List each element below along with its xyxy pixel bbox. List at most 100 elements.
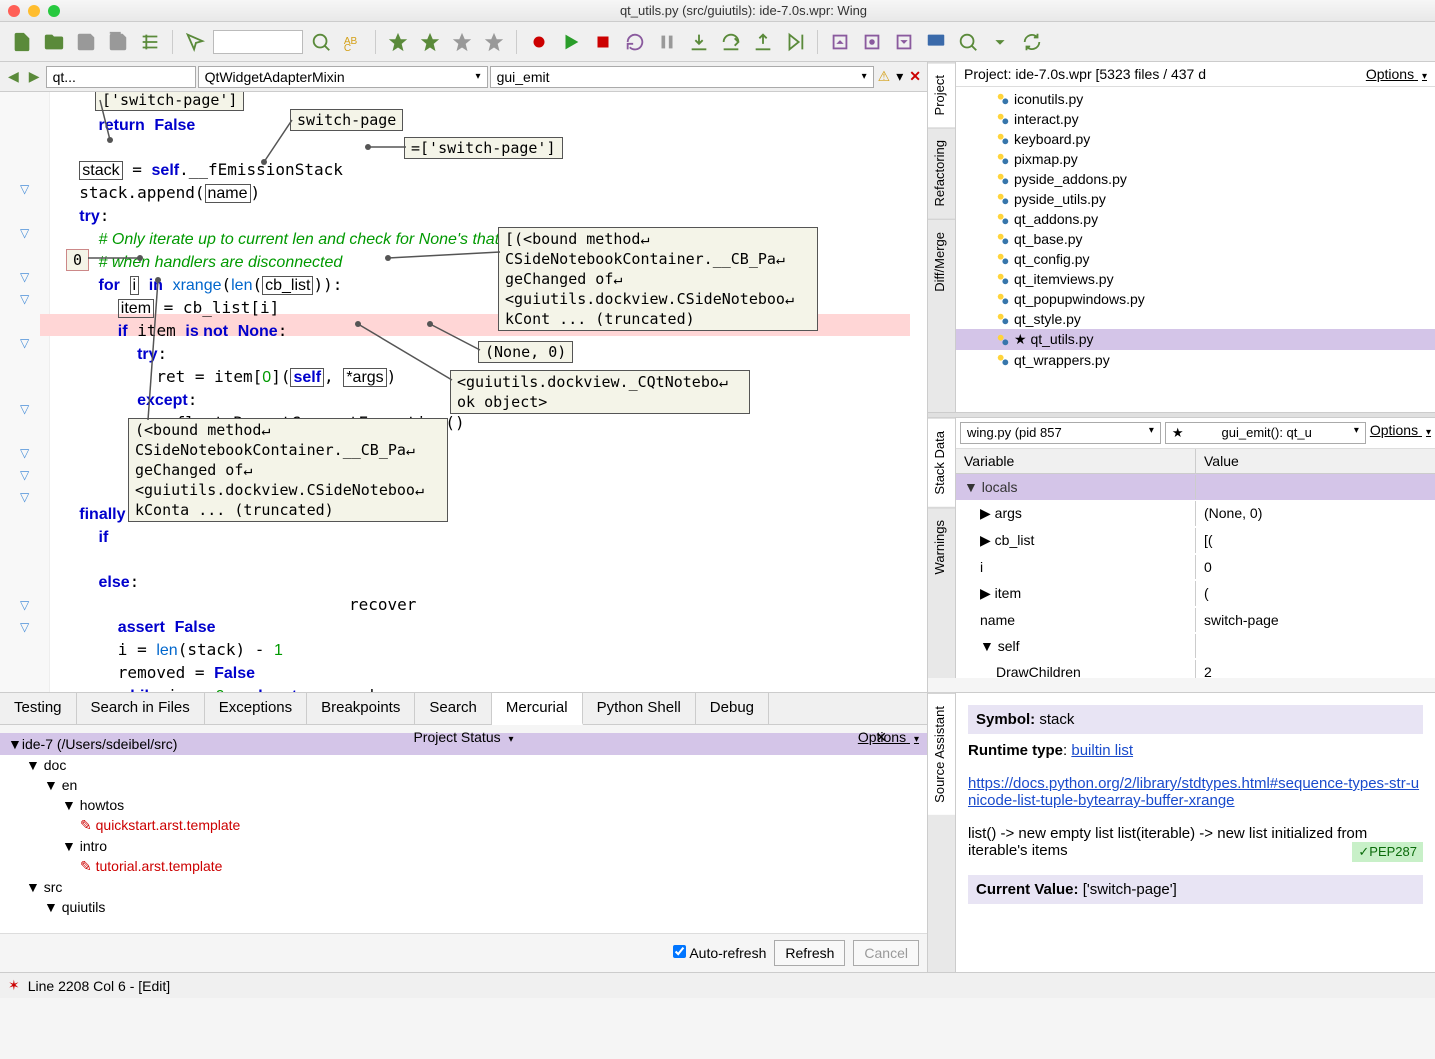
project-file-item[interactable]: qt_itemviews.py [956,269,1435,289]
goto-input[interactable] [213,30,303,54]
nav-back-icon[interactable]: ◀ [4,68,23,85]
replace-icon[interactable]: ABC [339,28,367,56]
class-selector[interactable]: QtWidgetAdapterMixin▾ [198,66,488,88]
step-into-icon[interactable] [685,28,713,56]
bug-icon[interactable]: ✶ [8,977,20,994]
vcs-tree[interactable]: ▼ide-7 (/Users/sdeibel/src) ▼ doc▼ en▼ h… [0,733,927,933]
sync-icon[interactable] [1018,28,1046,56]
stack-variable-row[interactable]: nameswitch-page [956,607,1435,633]
tab-breakpoints[interactable]: Breakpoints [307,693,415,724]
doc-link[interactable]: https://docs.python.org/2/library/stdtyp… [968,775,1419,809]
tab-refactoring[interactable]: Refactoring [928,127,955,218]
breakpoint-icon[interactable] [525,28,553,56]
stack-variable-row[interactable]: ▶ item( [956,580,1435,607]
code-editor[interactable]: ▽ ▽ ▽ ▽ ▽ ▽ ▽ ▽ ▽ ▽ ▽ return False stack… [0,92,927,692]
restart-icon[interactable] [621,28,649,56]
save-all-icon[interactable] [104,28,132,56]
project-file-item[interactable]: qt_addons.py [956,209,1435,229]
fold-marker[interactable]: ▽ [20,226,29,240]
step-out-icon[interactable] [749,28,777,56]
tab-stack-data[interactable]: Stack Data [928,418,955,507]
fold-marker[interactable]: ▽ [20,182,29,196]
refresh-button[interactable]: Refresh [774,940,845,966]
tab-exceptions[interactable]: Exceptions [205,693,307,724]
tab-source-assistant[interactable]: Source Assistant [928,693,955,815]
bookmark-add-icon[interactable] [416,28,444,56]
minimize-window-button[interactable] [28,5,40,17]
stack-variable-row[interactable]: ▶ args(None, 0) [956,500,1435,527]
step-over-icon[interactable] [717,28,745,56]
project-options-link[interactable]: Options ▾ [1366,66,1427,82]
new-file-icon[interactable] [8,28,36,56]
tab-python-shell[interactable]: Python Shell [583,693,696,724]
close-editor-icon[interactable]: ✕ [907,68,923,85]
vcs-tree-item[interactable]: ✎ quickstart.arst.template [0,815,927,836]
stop-icon[interactable] [589,28,617,56]
tab-warnings[interactable]: Warnings [928,507,955,586]
split-icon[interactable]: ▾ [894,68,905,85]
run-icon[interactable] [557,28,585,56]
warning-icon[interactable]: ⚠ [876,68,893,85]
col-value[interactable]: Value [1196,449,1435,473]
project-file-item[interactable]: qt_wrappers.py [956,350,1435,370]
method-selector[interactable]: gui_emit▾ [490,66,874,88]
tab-debug[interactable]: Debug [696,693,769,724]
vcs-tree-item[interactable]: ▼ doc [0,755,927,775]
tab-search[interactable]: Search [415,693,492,724]
project-file-item[interactable]: interact.py [956,109,1435,129]
maximize-window-button[interactable] [48,5,60,17]
tab-mercurial[interactable]: Mercurial [492,693,583,725]
col-variable[interactable]: Variable [956,449,1196,473]
project-file-item[interactable]: ★ qt_utils.py [956,329,1435,350]
fold-marker[interactable]: ▽ [20,336,29,350]
search-icon[interactable] [307,28,335,56]
project-file-item[interactable]: keyboard.py [956,129,1435,149]
stack-variable-row[interactable]: DrawChildren2 [956,659,1435,678]
project-file-item[interactable]: qt_popupwindows.py [956,289,1435,309]
project-file-item[interactable]: iconutils.py [956,89,1435,109]
indent-icon[interactable] [136,28,164,56]
tab-project[interactable]: Project [928,62,955,127]
fold-marker[interactable]: ▽ [20,292,29,306]
frame-selector[interactable]: ★ gui_emit(): qt_u▾ [1165,422,1366,444]
fold-marker[interactable]: ▽ [20,446,29,460]
fold-marker[interactable]: ▽ [20,620,29,634]
bookmark-prev-icon[interactable] [448,28,476,56]
project-file-item[interactable]: qt_style.py [956,309,1435,329]
vcs-tree-item[interactable]: ▼ en [0,775,927,795]
fold-marker[interactable]: ▽ [20,468,29,482]
project-file-item[interactable]: pyside_utils.py [956,189,1435,209]
bookmark-fill-icon[interactable] [384,28,412,56]
vcs-tree-item[interactable]: ▼ intro [0,836,927,856]
monitor-icon[interactable] [922,28,950,56]
stack-options-link[interactable]: Options ▾ [1370,422,1431,444]
project-file-item[interactable]: pixmap.py [956,149,1435,169]
bookmark-next-icon[interactable] [480,28,508,56]
fold-marker[interactable]: ▽ [20,598,29,612]
vcs-tree-item[interactable]: ▼ src [0,877,927,897]
frame-down-icon[interactable] [890,28,918,56]
stack-variable-row[interactable]: ▼ locals [956,474,1435,500]
fold-marker[interactable]: ▽ [20,490,29,504]
frame-up-icon[interactable] [826,28,854,56]
auto-refresh-checkbox[interactable]: Auto-refresh [673,945,766,961]
vcs-tree-item[interactable]: ▼ howtos [0,795,927,815]
run-to-cursor-icon[interactable] [781,28,809,56]
download-icon[interactable] [986,28,1014,56]
project-file-item[interactable]: qt_config.py [956,249,1435,269]
tab-testing[interactable]: Testing [0,693,77,724]
project-status-dropdown[interactable]: Project Status [413,729,500,745]
mercurial-options-link[interactable]: Options ▾ [858,729,919,745]
project-tree[interactable]: iconutils.pyinteract.pykeyboard.pypixmap… [956,87,1435,412]
cancel-button[interactable]: Cancel [853,940,919,966]
nav-forward-icon[interactable]: ▶ [25,68,44,85]
process-selector[interactable]: wing.py (pid 857▾ [960,422,1161,444]
project-file-item[interactable]: qt_base.py [956,229,1435,249]
runtime-type-link[interactable]: builtin list [1071,742,1133,759]
vcs-tree-item[interactable]: ▼ quiutils [0,897,927,917]
open-folder-icon[interactable] [40,28,68,56]
fold-marker[interactable]: ▽ [20,402,29,416]
stack-variable-row[interactable]: i0 [956,554,1435,580]
stack-table[interactable]: Variable Value ▼ locals▶ args(None, 0) ▶ … [956,449,1435,678]
tab-search-in-files[interactable]: Search in Files [77,693,205,724]
